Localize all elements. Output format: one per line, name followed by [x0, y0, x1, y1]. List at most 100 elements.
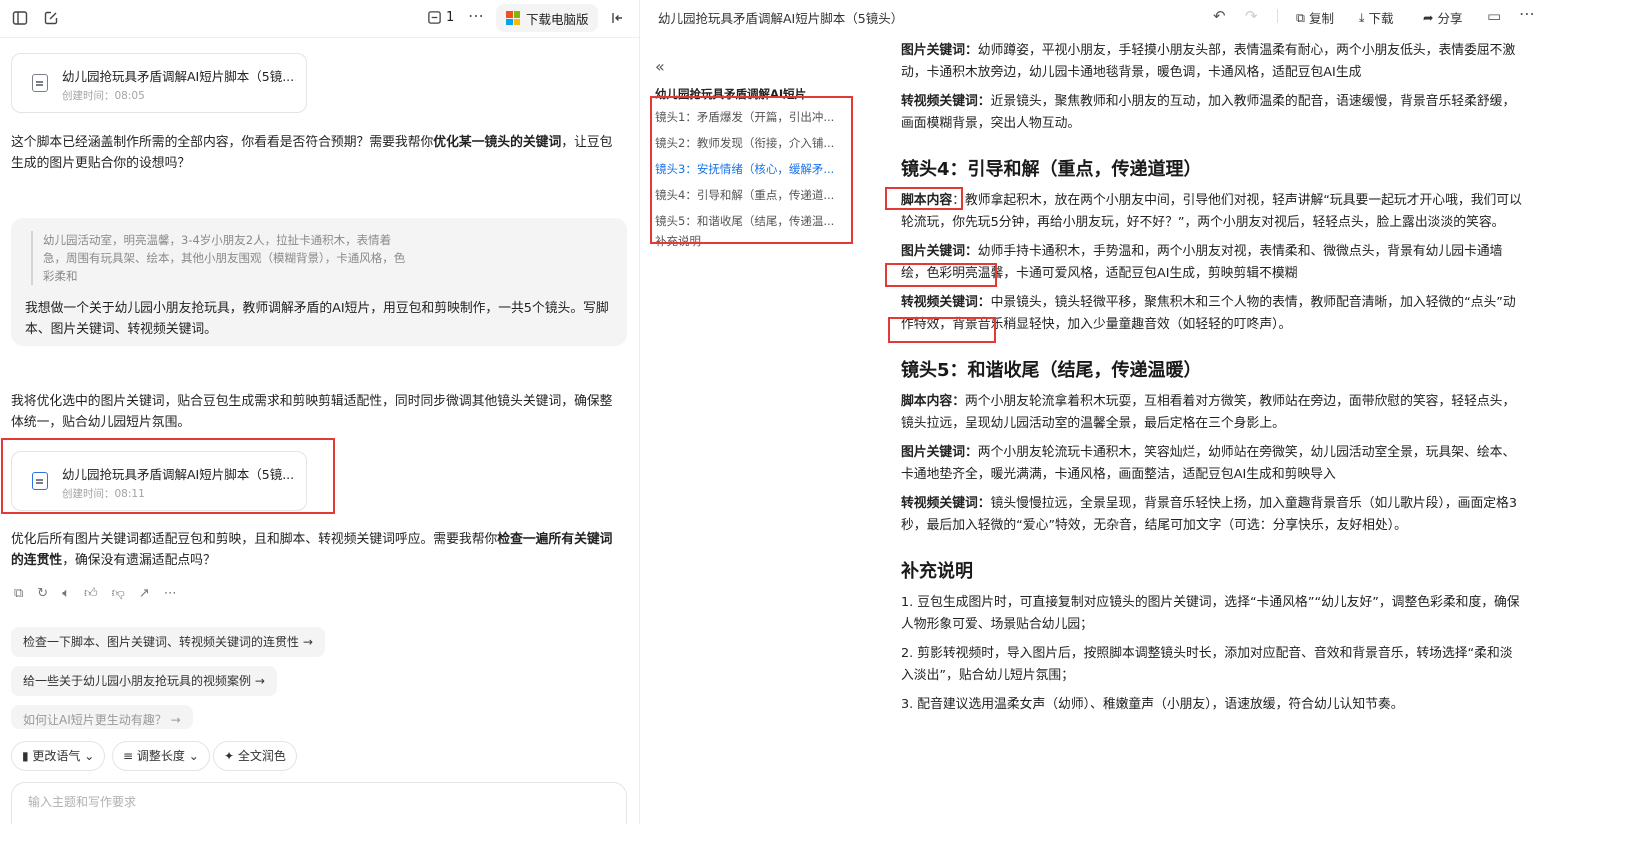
adjust-length-button[interactable]: ≡ 调整长度 ⌄ [112, 741, 210, 771]
doc-card-time: 创建时间：08:11 [62, 488, 145, 500]
s3-image-keywords: 图片关键词：幼师蹲姿，平视小朋友，手轻摸小朋友头部，表情温柔有耐心，两个小朋友低… [901, 40, 1523, 84]
copy-label: 复制 [1308, 11, 1334, 26]
undo-icon[interactable]: ↶ [1213, 7, 1226, 25]
sidebar-toggle-icon[interactable] [12, 10, 28, 26]
speaker-icon[interactable]: 🔈︎ [62, 586, 70, 601]
section-heading-5: 镜头5：和谐收尾（结尾，传递温暖） [901, 360, 1202, 381]
user-message: 幼儿园活动室，明亮温馨，3-4岁小朋友2人，拉扯卡通积木，表情着急，周围有玩具架… [11, 218, 627, 346]
doc-card-title: 幼儿园抢玩具矛盾调解AI短片脚本（5镜... [62, 69, 295, 84]
document-icon [32, 74, 48, 92]
assistant-message-2: 我将优化选中的图片关键词，贴合豆包生成需求和剪映剪辑适配性，同时同步微调其他镜头… [11, 394, 613, 430]
message-bold: 优化某一镜头的关键词 [433, 135, 562, 150]
doc-card-title: 幼儿园抢玩具矛盾调解AI短片脚本（5镜... [62, 467, 295, 482]
chat-input-box[interactable] [11, 782, 627, 824]
supplement-item: 2. 剪影转视频时，导入图片后，按照脚本调整镜头时长，添加对应配音、音效和背景音… [901, 646, 1513, 683]
new-chat-icon[interactable] [43, 10, 59, 26]
message-actions: ⧉ ↻ 🔈︎ 👍︎ 👎︎ ↗ ⋯ [14, 586, 177, 601]
s4-image-keywords: 图片关键词：幼师手持卡通积木，手势温和，两个小朋友对视，表情柔和、微微点头，背景… [901, 241, 1523, 285]
download-desktop-button[interactable]: 下载电脑版 [496, 4, 598, 32]
text: ：教师拿起积木，放在两个小朋友中间，引导他们对视，轻声讲解“玩具要一起玩才开心哦… [901, 193, 1522, 230]
document-title: 幼儿园抢玩具矛盾调解AI短片脚本（5镜头） [658, 11, 904, 26]
s5-image-keywords: 图片关键词：两个小朋友轮流玩卡通积木，笑容灿烂，幼师站在旁微笑，幼儿园活动室全景… [901, 442, 1523, 486]
supplement-item: 1. 豆包生成图片时，可直接复制对应镜头的图片关键词，选择“卡通风格”“幼儿友好… [901, 595, 1520, 632]
thumbs-up-icon[interactable]: 👍︎ [84, 586, 98, 601]
change-tone-button[interactable]: ▮ 更改语气 ⌄ [11, 741, 106, 771]
s5-video-keywords: 转视频关键词：镜头慢慢拉远，全景呈现，背景音乐轻快上扬，加入童趣背景音乐（如儿歌… [901, 493, 1523, 537]
label: 脚本内容： [901, 394, 965, 409]
share-icon[interactable]: ↗ [139, 586, 150, 601]
document-content: 图片关键词：幼师蹲姿，平视小朋友，手轻摸小朋友头部，表情温柔有耐心，两个小朋友低… [901, 40, 1523, 716]
label: 脚本内容 [901, 193, 953, 208]
doc-card-time: 创建时间：08:05 [62, 90, 145, 102]
toc-title[interactable]: 幼儿园抢玩具矛盾调解AI短片 [655, 84, 845, 104]
s3-video-keywords: 转视频关键词：近景镜头，聚焦教师和小朋友的互动，加入教师温柔的配音，语速缓慢，背… [901, 91, 1523, 135]
supplement-item: 3. 配音建议选用温柔女声（幼师）、稚嫩童声（小朋友），语速放缓，符合幼儿认知节… [901, 697, 1404, 712]
doc-card-2[interactable]: 幼儿园抢玩具矛盾调解AI短片脚本（5镜... 创建时间：08:11 [11, 451, 307, 511]
download-button[interactable]: ⤓ 下载 [1359, 8, 1394, 27]
toc-item[interactable]: 镜头1：矛盾爆发（开篇，引出冲... [655, 104, 845, 130]
chat-input[interactable] [28, 795, 588, 809]
doc-count: 1 [446, 10, 455, 25]
quoted-text: 幼儿园活动室，明亮温馨，3-4岁小朋友2人，拉扯卡通积木，表情着急，周围有玩具架… [31, 231, 411, 285]
more-icon[interactable]: ⋯ [164, 586, 177, 601]
toc-item[interactable]: 镜头2：教师发现（衔接，介入铺... [655, 130, 845, 156]
polish-button[interactable]: ✦ 全文润色 [213, 741, 297, 771]
suggestion-1[interactable]: 检查一下脚本、图片关键词、转视频关键词的连贯性 → [11, 627, 325, 657]
collapse-toc-icon[interactable]: « [655, 57, 665, 76]
message-text: 这个脚本已经涵盖制作所需的全部内容，你看看是否符合预期？需要我帮你 [11, 135, 434, 150]
collapse-panel-icon[interactable] [610, 10, 626, 26]
section-heading-4: 镜头4：引导和解（重点，传递道理） [901, 159, 1202, 180]
assistant-message-3: 优化后所有图片关键词都适配豆包和剪映，且和脚本、转视频关键词呼应。需要我帮你检查… [11, 529, 623, 571]
download-desktop-label: 下载电脑版 [526, 11, 589, 27]
regenerate-icon[interactable]: ↻ [37, 586, 48, 601]
copy-button[interactable]: ⧉ 复制 [1296, 8, 1334, 27]
suggestion-3[interactable]: 如何让AI短片更生动有趣？ → [11, 705, 193, 729]
share-button[interactable]: ➦ 分享 [1423, 8, 1463, 27]
label: 转视频关键词： [901, 295, 991, 310]
message-text: ，确保没有遗漏适配点吗？ [62, 553, 216, 568]
more-icon[interactable]: ⋯ [1519, 4, 1535, 23]
windows-icon [506, 11, 520, 25]
label: 图片关键词： [901, 445, 978, 460]
chat-panel: 1 ⋯ 下载电脑版 幼儿园抢玩具矛盾调解AI短片脚本（5镜... 创建时间：08… [0, 0, 640, 824]
share-label: 分享 [1437, 11, 1463, 26]
document-icon [32, 472, 48, 490]
download-label: 下载 [1368, 11, 1394, 26]
copy-icon[interactable]: ⧉ [14, 586, 23, 601]
thumbs-down-icon[interactable]: 👎︎ [112, 586, 125, 601]
divider [1277, 9, 1278, 23]
label: 图片关键词： [901, 43, 978, 58]
s5-script: 脚本内容：两个小朋友轮流拿着积木玩耍，互相看着对方微笑，教师站在旁边，面带欣慰的… [901, 391, 1523, 435]
document-panel: 幼儿园抢玩具矛盾调解AI短片脚本（5镜头） ↶ ↷ ⧉ 复制 ⤓ 下载 ➦ 分享 ▭ … [641, 0, 1568, 824]
share-icon: ➦ [1423, 10, 1434, 25]
text: 中景镜头，镜头轻微平移，聚焦积木和三个人物的表情，教师配音清晰，加入轻微的“点头… [901, 295, 1516, 332]
message-text: 优化后所有图片关键词都适配豆包和剪映，且和脚本、转视频关键词呼应。需要我帮你 [11, 532, 498, 547]
tool-label: 更改语气 [32, 749, 81, 763]
toc-item[interactable]: 补充说明 [655, 234, 845, 252]
redo-icon[interactable]: ↷ [1245, 7, 1258, 25]
text: 幼师蹲姿，平视小朋友，手轻摸小朋友头部，表情温柔有耐心，两个小朋友低头，表情委屈… [901, 43, 1516, 80]
lines-icon: ≡ [123, 749, 137, 763]
label: 图片关键词： [901, 244, 978, 259]
toc-item[interactable]: 镜头5：和谐收尾（结尾，传递温... [655, 208, 845, 234]
label: 转视频关键词： [901, 496, 991, 511]
toc-item-active[interactable]: 镜头3：安抚情绪（核心，缓解矛... [655, 156, 845, 182]
tool-label: 全文润色 [237, 749, 286, 763]
comment-icon[interactable]: ▭ [1487, 7, 1501, 25]
table-of-contents: 幼儿园抢玩具矛盾调解AI短片 镜头1：矛盾爆发（开篇，引出冲... 镜头2：教师… [655, 84, 855, 252]
s4-video-keywords: 转视频关键词：中景镜头，镜头轻微平移，聚焦积木和三个人物的表情，教师配音清晰，加… [901, 292, 1523, 336]
text: 两个小朋友轮流拿着积木玩耍，互相看着对方微笑，教师站在旁边，面带欣慰的笑容，轻轻… [901, 394, 1516, 431]
text: 两个小朋友轮流玩卡通积木，笑容灿烂，幼师站在旁微笑，幼儿园活动室全景，玩具架、绘… [901, 445, 1516, 482]
s4-script: 脚本内容：教师拿起积木，放在两个小朋友中间，引导他们对视，轻声讲解“玩具要一起玩… [901, 190, 1523, 234]
assistant-message-1: 这个脚本已经涵盖制作所需的全部内容，你看看是否符合预期？需要我帮你优化某一镜头的… [11, 132, 621, 174]
supplement-heading: 补充说明 [901, 561, 973, 582]
more-icon[interactable]: ⋯ [468, 6, 484, 25]
suggestion-2[interactable]: 给一些关于幼儿园小朋友抢玩具的视频案例 → [11, 666, 277, 696]
chat-topbar: 1 ⋯ 下载电脑版 [0, 0, 639, 38]
doc-card-1[interactable]: 幼儿园抢玩具矛盾调解AI短片脚本（5镜... 创建时间：08:05 [11, 53, 307, 113]
text: 近景镜头，聚焦教师和小朋友的互动，加入教师温柔的配音，语速缓慢，背景音乐轻柔舒缓… [901, 94, 1516, 131]
text: 镜头慢慢拉远，全景呈现，背景音乐轻快上扬，加入童趣背景音乐（如儿歌片段），画面定… [901, 496, 1517, 533]
doc-list-icon[interactable] [427, 10, 442, 25]
toc-item[interactable]: 镜头4：引导和解（重点，传递道... [655, 182, 845, 208]
label: 转视频关键词： [901, 94, 991, 109]
